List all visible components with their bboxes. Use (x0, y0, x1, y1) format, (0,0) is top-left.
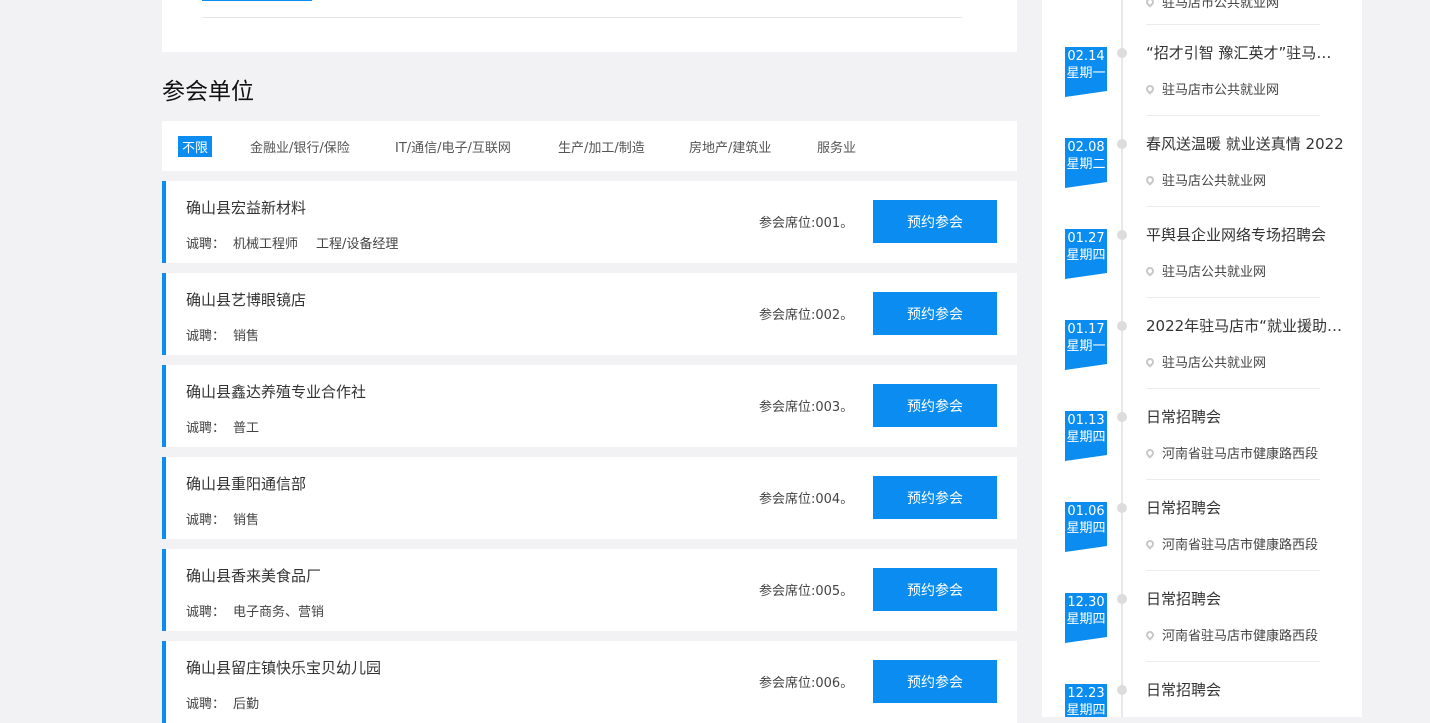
divider (1146, 24, 1320, 25)
timeline-dot (1117, 594, 1127, 604)
position: 后勤 (233, 697, 260, 712)
event-title[interactable]: 日常招聘会 (1146, 406, 1346, 427)
recruit-info: 诚聘： 机械工程师 工程/设备经理 (186, 233, 416, 252)
recruit-info: 诚聘： 电子商务、营销 (186, 601, 342, 620)
timeline-dot (1117, 321, 1127, 331)
seat-number: 参会席位:002。 (759, 308, 854, 323)
recruit-label: 诚聘： (186, 329, 226, 344)
filter-it[interactable]: IT/通信/电子/互联网 (395, 137, 511, 156)
filter-all[interactable]: 不限 (178, 136, 213, 157)
timeline-dot (1117, 230, 1127, 240)
date-badge: 02.08 星期二 (1065, 138, 1107, 188)
timeline-event: 01.17 星期一 2022年驻马店市“就业援助月” 驻马店公共就业网 (1042, 273, 1362, 371)
timeline-event: 12.23 星期四 日常招聘会 (1042, 637, 1362, 717)
divider (1146, 388, 1320, 389)
timeline-event: 01.06 星期四 日常招聘会 河南省驻马店市健康路西段 (1042, 455, 1362, 553)
timeline-dot (1117, 412, 1127, 422)
recruit-info: 诚聘： 后勤 (186, 693, 277, 712)
previous-section-panel (162, 0, 1017, 52)
recruit-label: 诚聘： (186, 421, 226, 436)
date-badge: 01.17 星期一 (1065, 320, 1107, 370)
event-title[interactable]: 平舆县企业网络专场招聘会 (1146, 224, 1346, 245)
seat-number: 参会席位:001。 (759, 216, 854, 231)
company-name[interactable]: 确山县重阳通信部 (186, 473, 306, 494)
divider (1146, 115, 1320, 116)
timeline-dot (1117, 503, 1127, 513)
reserve-button[interactable]: 预约参会 (873, 660, 997, 703)
filter-service[interactable]: 服务业 (817, 137, 856, 156)
recruit-info: 诚聘： 普工 (186, 417, 277, 436)
company-card: 确山县艺博眼镜店 诚聘： 销售 参会席位:002。 预约参会 (162, 273, 1017, 355)
filter-real-estate[interactable]: 房地产/建筑业 (689, 137, 771, 156)
reserve-button[interactable]: 预约参会 (873, 384, 997, 427)
event-title[interactable]: “招才引智 豫汇英才”驻马店市公共就业网 (1146, 42, 1346, 63)
reserve-button[interactable]: 预约参会 (873, 568, 997, 611)
company-card: 确山县重阳通信部 诚聘： 销售 参会席位:004。 预约参会 (162, 457, 1017, 539)
seat-number: 参会席位:004。 (759, 492, 854, 507)
recruit-label: 诚聘： (186, 605, 226, 620)
divider (202, 17, 962, 18)
reserve-button[interactable]: 预约参会 (873, 292, 997, 335)
recruit-label: 诚聘： (186, 237, 226, 252)
company-name[interactable]: 确山县艺博眼镜店 (186, 289, 306, 310)
date-badge: 01.06 星期四 (1065, 502, 1107, 552)
date-badge: 12.23 星期四 (1065, 684, 1107, 717)
industry-filter-bar: 不限 金融业/银行/保险 IT/通信/电子/互联网 生产/加工/制造 房地产/建… (162, 121, 1017, 171)
section-title: 参会单位 (162, 79, 254, 105)
company-card: 确山县鑫达养殖专业合作社 诚聘： 普工 参会席位:003。 预约参会 (162, 365, 1017, 447)
company-name[interactable]: 确山县留庄镇快乐宝贝幼儿园 (186, 657, 381, 678)
company-card: 确山县留庄镇快乐宝贝幼儿园 诚聘： 后勤 参会席位:006。 预约参会 (162, 641, 1017, 723)
seat-number: 参会席位:006。 (759, 676, 854, 691)
divider (1146, 479, 1320, 480)
event-title[interactable]: 日常招聘会 (1146, 497, 1346, 518)
position: 销售 (233, 329, 260, 344)
timeline-event: 12.30 星期四 日常招聘会 河南省驻马店市健康路西段 (1042, 546, 1362, 644)
event-title[interactable]: 2022年驻马店市“就业援助月” (1146, 315, 1346, 336)
job-fair-timeline: 驻马店市公共就业网 02.14星期一 “招才引智 豫汇英才”驻马店市公共就业网 … (1042, 0, 1362, 717)
timeline-event: 02.08 星期二 春风送温暖 就业送真情 2022 驻马店公共就业网 (1042, 91, 1362, 189)
date-badge: 02.14 星期一 (1065, 47, 1107, 97)
position: 销售 (233, 513, 260, 528)
timeline-event: 02.14星期一 “招才引智 豫汇英才”驻马店市公共就业网 驻马店市公共就业网 (1042, 0, 1362, 98)
event-title[interactable]: 春风送温暖 就业送真情 2022 (1146, 133, 1346, 154)
divider (1146, 661, 1320, 662)
timeline-dot (1117, 685, 1127, 695)
recruit-info: 诚聘： 销售 (186, 509, 277, 528)
date-badge: 01.13 星期四 (1065, 411, 1107, 461)
seat-number: 参会席位:003。 (759, 400, 854, 415)
recruit-label: 诚聘： (186, 697, 226, 712)
divider (1146, 206, 1320, 207)
filter-finance[interactable]: 金融业/银行/保险 (250, 137, 350, 156)
company-name[interactable]: 确山县鑫达养殖专业合作社 (186, 381, 366, 402)
recruit-label: 诚聘： (186, 513, 226, 528)
timeline-event: 01.13 星期四 日常招聘会 河南省驻马店市健康路西段 (1042, 364, 1362, 462)
reserve-button[interactable]: 预约参会 (873, 200, 997, 243)
position: 工程/设备经理 (316, 237, 399, 252)
timeline-dot (1117, 48, 1127, 58)
seat-number: 参会席位:005。 (759, 584, 854, 599)
position: 机械工程师 (233, 237, 299, 252)
position: 普工 (233, 421, 260, 436)
reserve-button[interactable]: 预约参会 (873, 476, 997, 519)
timeline-event: 01.27 星期四 平舆县企业网络专场招聘会 驻马店公共就业网 (1042, 182, 1362, 280)
recruit-info: 诚聘： 销售 (186, 325, 277, 344)
event-title[interactable]: 日常招聘会 (1146, 679, 1346, 700)
timeline-dot (1117, 139, 1127, 149)
divider (1146, 297, 1320, 298)
company-name[interactable]: 确山县香来美食品厂 (186, 565, 321, 586)
event-title[interactable]: 日常招聘会 (1146, 588, 1346, 609)
company-card: 确山县宏益新材料 诚聘： 机械工程师 工程/设备经理 参会席位:001。 预约参会 (162, 181, 1017, 263)
divider (1146, 570, 1320, 571)
date-badge: 12.30 星期四 (1065, 593, 1107, 643)
company-name[interactable]: 确山县宏益新材料 (186, 197, 306, 218)
position: 电子商务、营销 (233, 605, 325, 620)
filter-manufacturing[interactable]: 生产/加工/制造 (558, 137, 645, 156)
cropped-button[interactable] (202, 0, 312, 1)
company-card: 确山县香来美食品厂 诚聘： 电子商务、营销 参会席位:005。 预约参会 (162, 549, 1017, 631)
date-badge: 01.27 星期四 (1065, 229, 1107, 279)
